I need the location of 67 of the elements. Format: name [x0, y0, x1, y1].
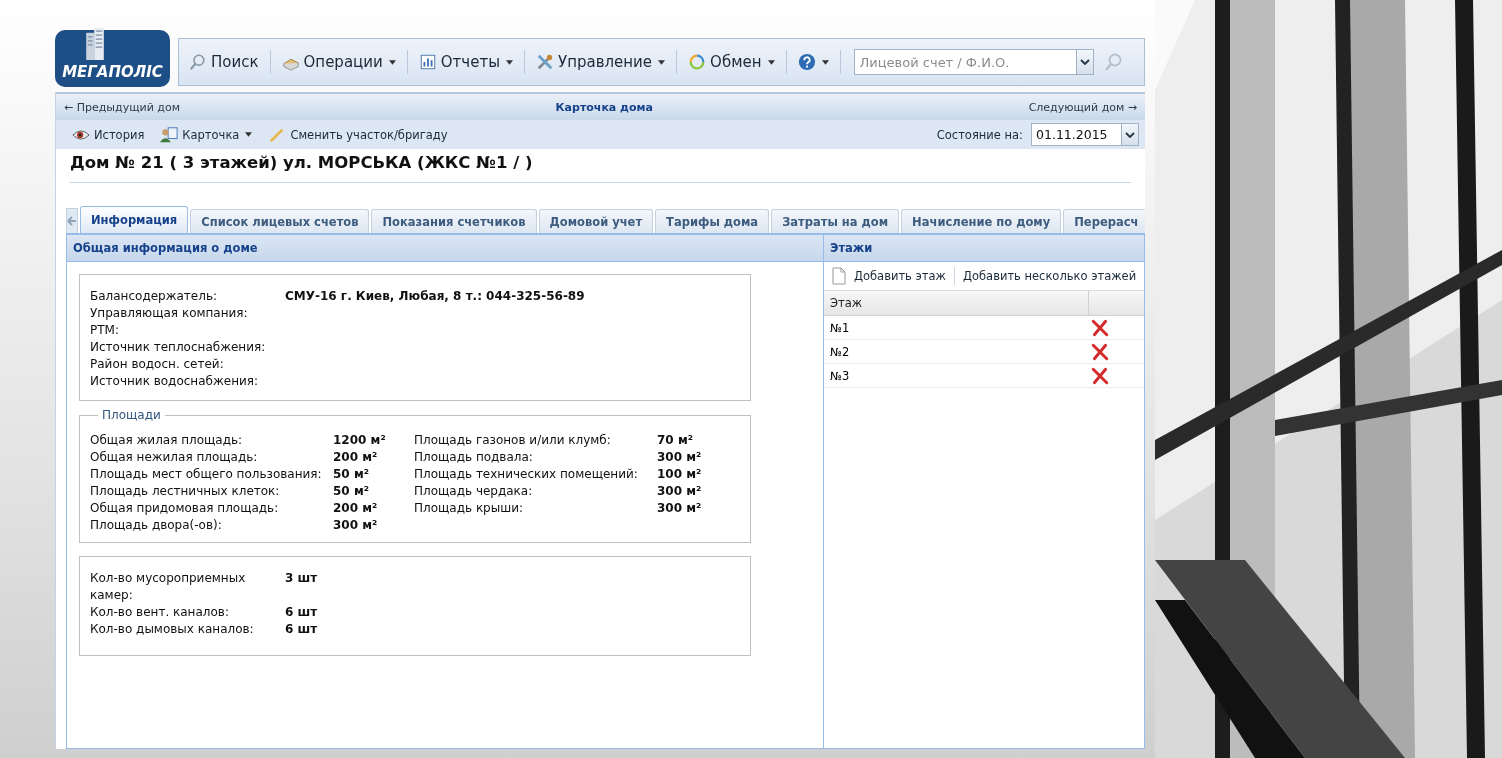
field-label: Балансодержатель:	[90, 288, 218, 305]
panel-header: Общая информация о доме	[67, 235, 823, 262]
field-value: 200 м²	[333, 500, 379, 517]
previous-house-link[interactable]: ← Предыдущий дом	[64, 100, 180, 114]
table-cell: №1	[830, 320, 850, 335]
next-house-link[interactable]: Следующий дом →	[1028, 100, 1137, 114]
menu-button[interactable]: Операции	[279, 53, 398, 71]
field-label: Площадь мест общего пользования:	[90, 466, 323, 483]
group-legend: Площади	[98, 408, 165, 422]
field-label: Район водосн. сетей:	[90, 356, 225, 373]
field-label: Площадь крыши:	[414, 500, 525, 517]
field-value: 50 м²	[333, 466, 370, 483]
field-label: Площадь газонов и/или клумб:	[414, 432, 612, 449]
tab[interactable]: Начисление по дому	[901, 209, 1062, 233]
field-label: Общая нежилая площадь:	[90, 449, 259, 466]
field-value: 3 шт	[285, 570, 319, 587]
field-value: 300 м²	[657, 500, 703, 517]
tab[interactable]: Затраты на дом	[771, 209, 900, 233]
panel-header: Этажи	[824, 235, 1144, 262]
field-label: Общая жилая площадь:	[90, 432, 244, 449]
field-label: Источник водоснабжения:	[90, 373, 260, 390]
field-value: 200 м²	[333, 449, 379, 466]
field-value: 6 шт	[285, 604, 319, 621]
account-search-field[interactable]: Лицевой счет / Ф.И.О.	[853, 49, 1076, 75]
field-value: 300 м²	[333, 517, 379, 534]
field-value: 300 м²	[657, 449, 703, 466]
logo: МЕГАПОЛІС	[55, 30, 170, 87]
field-label: Управляющая компания:	[90, 305, 249, 322]
state-date-label: Состояние на:	[936, 127, 1023, 142]
tab[interactable]: Информация	[80, 206, 189, 233]
tab[interactable]: Список лицевых счетов	[190, 209, 370, 233]
table-cell: №2	[830, 344, 850, 359]
field-label: Кол-во вент. каналов:	[90, 604, 230, 621]
field-label: Площадь технических помещений:	[414, 466, 639, 483]
field-value: 70 м²	[657, 432, 694, 449]
page-title: Карточка дома	[555, 100, 653, 114]
toolbar-button[interactable]: Добавить несколько этажей	[960, 269, 1139, 283]
toolbar-button[interactable]: Сменить участок/бригаду	[264, 125, 452, 144]
toolbar-button[interactable]: Карточка	[156, 125, 257, 144]
tab[interactable]: Тарифы дома	[655, 209, 770, 233]
field-label: Площадь подвала:	[414, 449, 534, 466]
menu-button[interactable]: Поиск	[187, 53, 261, 71]
field-label: РТМ:	[90, 322, 120, 339]
toolbar-button[interactable]: Добавить этаж	[828, 267, 948, 285]
field-label: Кол-во дымовых каналов:	[90, 621, 255, 638]
field-value: 1200 м²	[333, 432, 387, 449]
field-value: 300 м²	[657, 483, 703, 500]
menu-button[interactable]: Управление	[534, 53, 668, 71]
field-label: Источник теплоснабжения:	[90, 339, 267, 356]
field-label: Общая придомовая площадь:	[90, 500, 280, 517]
field-value: 6 шт	[285, 621, 319, 638]
tab[interactable]: Домовой учет	[538, 209, 654, 233]
tab[interactable]: Перерасч	[1063, 209, 1145, 233]
field-label: Площадь чердака:	[414, 483, 534, 500]
field-label: Площадь лестничных клеток:	[90, 483, 281, 500]
tab[interactable]: Показания счетчиков	[371, 209, 537, 233]
field-label: Площадь двора(-ов):	[90, 517, 223, 534]
menu-button[interactable]: Отчеты	[416, 53, 515, 71]
field-label: Кол-во мусороприемных камер:	[90, 570, 247, 604]
field-value: 50 м²	[333, 483, 370, 500]
field-value: 100 м²	[657, 466, 703, 483]
field-value: СМУ-16 г. Киев, Любая, 8 т.: 044-325-56-89	[285, 288, 586, 305]
toolbar-button[interactable]: История	[68, 125, 149, 144]
menu-button[interactable]: Обмен	[686, 53, 777, 71]
house-title: Дом № 21 ( 3 этажей) ул. МОРСЬКА (ЖКС №1 / )	[70, 153, 1131, 183]
table-cell: №3	[830, 368, 850, 383]
date-field[interactable]: 01.11.2015	[1031, 123, 1121, 146]
